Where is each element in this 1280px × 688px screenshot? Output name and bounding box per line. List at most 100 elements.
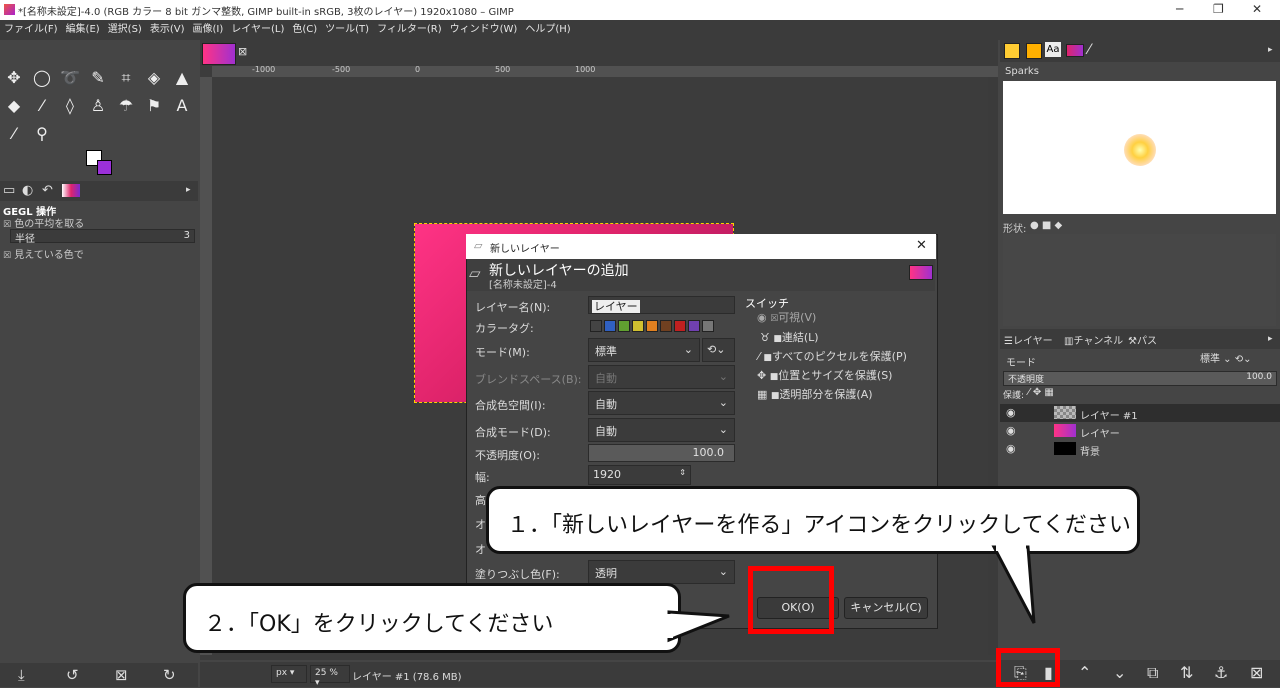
maximize-button[interactable]: ❐ — [1213, 2, 1224, 16]
fill-select[interactable]: 透明 ⌄ — [588, 560, 735, 584]
duplicate-layer-icon[interactable]: ⧉ — [1147, 663, 1158, 683]
width-input[interactable]: 1920 ⇕ — [588, 465, 691, 485]
smudge-icon[interactable]: ☂ — [116, 96, 136, 116]
menu-filters[interactable]: フィルター(R) — [373, 20, 446, 40]
checkbox-icon[interactable]: ☒ — [3, 251, 11, 261]
background-color-swatch[interactable] — [97, 160, 112, 175]
tag-violet[interactable] — [688, 320, 700, 332]
layer-mode-select[interactable]: 標準 ⌄ ⟲⌄ — [1200, 350, 1278, 368]
mode-toggle[interactable]: ⟲⌄ — [702, 338, 735, 362]
panel-menu-icon[interactable]: ▸ — [1268, 334, 1273, 344]
font-tab-icon[interactable]: Aa — [1045, 42, 1061, 57]
text-tool-icon[interactable]: A — [172, 96, 192, 116]
checkbox-icon[interactable]: ■ — [773, 334, 782, 344]
menu-file[interactable]: ファイル(F) — [0, 20, 62, 40]
unit-select[interactable]: px ▾ — [271, 665, 307, 683]
checkbox-icon[interactable]: ■ — [770, 372, 779, 382]
layer-row[interactable]: ◉ 背景 — [1000, 440, 1280, 458]
opacity-slider[interactable]: 100.0 — [588, 444, 735, 462]
tag-none[interactable] — [590, 320, 602, 332]
checkbox-icon[interactable]: ■ — [763, 353, 772, 363]
switch-visible[interactable]: ◉ ☒可視(V) — [757, 309, 816, 325]
tag-blue[interactable] — [604, 320, 616, 332]
menu-tools[interactable]: ツール(T) — [321, 20, 373, 40]
clone-icon[interactable]: ♙ — [88, 96, 108, 116]
raise-layer-icon[interactable]: ⌃ — [1078, 663, 1091, 682]
switch-link[interactable]: ♉ ■連結(L) — [760, 329, 819, 345]
composite-space-select[interactable]: 自動 ⌄ — [588, 391, 735, 415]
dialog-close-icon[interactable]: ✕ — [916, 238, 927, 253]
option-visible-colors[interactable]: ☒ 見えている色で — [3, 246, 84, 261]
tag-green[interactable] — [618, 320, 630, 332]
checkbox-icon[interactable]: ☒ — [770, 314, 778, 324]
menu-edit[interactable]: 編集(E) — [62, 20, 104, 40]
color-picker-icon[interactable]: ⁄ — [4, 124, 24, 144]
tag-orange[interactable] — [646, 320, 658, 332]
zoom-icon[interactable]: ⚲ — [32, 124, 52, 144]
image-tab-thumbnail[interactable] — [202, 43, 236, 65]
layer-name-input[interactable]: レイヤー — [588, 296, 735, 314]
tab-paths[interactable]: ⚒パス — [1128, 332, 1157, 347]
anchor-layer-icon[interactable]: ⚓ — [1214, 663, 1228, 682]
tag-brown[interactable] — [660, 320, 672, 332]
crop-icon[interactable]: ⌗ — [116, 68, 136, 88]
layer-row[interactable]: ◉ レイヤー #1 — [1000, 404, 1280, 422]
minimize-button[interactable]: ─ — [1176, 2, 1183, 16]
switch-protect-alpha[interactable]: ▦ ■透明部分を保護(A) — [757, 386, 873, 402]
spinner-icon[interactable]: ⇕ — [679, 468, 686, 477]
fuzzy-select-icon[interactable]: ✎ — [88, 68, 108, 88]
panel-menu-icon[interactable]: ▸ — [1268, 45, 1273, 55]
switch-protect-pixels[interactable]: ⁄ ■すべてのピクセルを保護(P) — [758, 348, 907, 364]
eye-icon[interactable]: ◉ — [1006, 424, 1016, 437]
delete-layer-icon[interactable]: ⊠ — [1250, 663, 1263, 682]
bucket-fill-icon[interactable]: ◆ — [4, 96, 24, 116]
shape-icons[interactable]: ● ■ ◆ — [1030, 220, 1062, 231]
protect-icons[interactable]: ⁄ ✥ ▦ — [1028, 387, 1054, 398]
ellipse-select-icon[interactable]: ◯ — [32, 68, 52, 88]
tag-yellow[interactable] — [632, 320, 644, 332]
composite-mode-select[interactable]: 自動 ⌄ — [588, 418, 735, 442]
tab-close-icon[interactable]: ⊠ — [238, 45, 247, 58]
tab-channels[interactable]: ▥チャンネル — [1064, 332, 1123, 347]
menu-image[interactable]: 画像(I) — [189, 20, 228, 40]
tab-layers[interactable]: ☰レイヤー — [1004, 332, 1053, 347]
undo-history-icon[interactable]: ↶ — [42, 183, 53, 198]
gradient-icon[interactable] — [62, 184, 80, 197]
tag-red[interactable] — [674, 320, 686, 332]
menu-windows[interactable]: ウィンドウ(W) — [446, 20, 522, 40]
panel-menu-icon[interactable]: ▸ — [186, 185, 191, 195]
blend-space-select[interactable]: 自動 ⌄ — [588, 365, 735, 389]
eye-icon[interactable]: ◉ — [1006, 406, 1016, 419]
merge-layer-icon[interactable]: ⇅ — [1180, 663, 1193, 682]
gradient-tab-icon[interactable] — [1066, 44, 1084, 57]
restore-options-icon[interactable]: ↺ — [66, 666, 79, 684]
eraser-icon[interactable]: ◊ — [60, 96, 80, 116]
mode-select[interactable]: 標準 ⌄ — [588, 338, 700, 362]
paintbrush-tab-icon[interactable]: ⁄ — [1088, 42, 1090, 58]
close-button[interactable]: ✕ — [1252, 2, 1262, 16]
lasso-icon[interactable]: ➰ — [60, 68, 80, 88]
radius-input[interactable]: 半径 3 — [10, 229, 195, 245]
switch-protect-position[interactable]: ✥ ■位置とサイズを保護(S) — [757, 367, 892, 383]
color-tag-swatches[interactable] — [590, 320, 730, 332]
zoom-select[interactable]: 25 % ▾ — [310, 665, 350, 688]
reset-options-icon[interactable]: ↻ — [163, 666, 176, 684]
menu-view[interactable]: 表示(V) — [146, 20, 189, 40]
eye-icon[interactable]: ◉ — [1006, 442, 1016, 455]
lower-layer-icon[interactable]: ⌄ — [1113, 663, 1126, 682]
save-options-icon[interactable]: ⤓ — [18, 666, 25, 684]
tool-options-icon[interactable]: ▭ — [3, 183, 15, 198]
tag-gray[interactable] — [702, 320, 714, 332]
transform-icon[interactable]: ◈ — [144, 68, 164, 88]
device-status-icon[interactable]: ◐ — [22, 183, 33, 198]
paths-icon[interactable]: ⚑ — [144, 96, 164, 116]
menu-layer[interactable]: レイヤー(L) — [227, 20, 288, 40]
option-average-color[interactable]: ☒ 色の平均を取る — [3, 215, 84, 230]
warp-icon[interactable]: ▲ — [172, 68, 192, 88]
move-tool-icon[interactable]: ✥ — [4, 68, 24, 88]
menu-select[interactable]: 選択(S) — [104, 20, 146, 40]
menu-color[interactable]: 色(C) — [288, 20, 321, 40]
paintbrush-icon[interactable]: ⁄ — [32, 96, 52, 116]
delete-options-icon[interactable]: ⊠ — [115, 666, 128, 684]
menu-help[interactable]: ヘルプ(H) — [521, 20, 574, 40]
